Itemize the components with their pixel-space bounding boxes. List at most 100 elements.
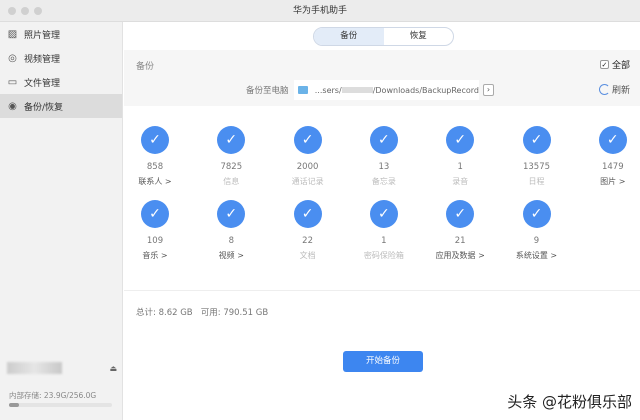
- backup-item[interactable]: ✓ 858 联系人 >: [120, 126, 190, 187]
- sidebar-item-label: 照片管理: [24, 28, 60, 41]
- select-all-label: 全部: [612, 58, 630, 71]
- backup-item[interactable]: ✓ 8 视频 >: [196, 200, 266, 261]
- total-value: 8.62 GB: [159, 308, 193, 318]
- item-label: 通话记录: [273, 176, 343, 187]
- backup-item[interactable]: ✓ 9 系统设置 >: [502, 200, 572, 261]
- check-icon[interactable]: ✓: [446, 200, 474, 228]
- totals: 总计: 8.62 GB 可用: 790.51 GB: [136, 306, 268, 318]
- backup-item[interactable]: ✓2000通话记录: [273, 126, 343, 187]
- blurred-username: [342, 87, 373, 93]
- start-backup-button[interactable]: 开始备份: [343, 351, 423, 372]
- path-prefix: ...sers/: [315, 86, 342, 95]
- check-icon[interactable]: ✓: [523, 200, 551, 228]
- check-icon[interactable]: ✓: [446, 126, 474, 154]
- storage-text: 内部存储: 23.9G/256.0G: [9, 390, 96, 401]
- backup-icon: ◉: [7, 101, 18, 112]
- item-count: 8: [196, 236, 266, 246]
- available-label: 可用:: [201, 308, 221, 318]
- device-row: ⏏: [7, 362, 117, 374]
- tab-restore[interactable]: 恢复: [384, 28, 454, 45]
- sidebar-item-label: 文件管理: [24, 76, 60, 89]
- refresh-icon: [599, 84, 610, 95]
- item-label: 系统设置 >: [502, 250, 572, 261]
- path-field[interactable]: ...sers/ /Downloads/BackupRecord: [294, 80, 479, 100]
- storage-bar: [9, 403, 112, 407]
- sidebar-item-label: 视频管理: [24, 52, 60, 65]
- check-icon[interactable]: ✓: [141, 126, 169, 154]
- eject-icon[interactable]: ⏏: [109, 364, 117, 373]
- item-count: 13: [349, 162, 419, 172]
- check-icon[interactable]: ✓: [370, 200, 398, 228]
- folder-icon: ▭: [7, 77, 18, 88]
- divider: [124, 290, 640, 291]
- item-label: 图片 >: [578, 176, 640, 187]
- check-icon[interactable]: ✓: [599, 126, 627, 154]
- item-count: 21: [425, 236, 495, 246]
- backup-item[interactable]: ✓ 13575 日程: [502, 126, 572, 187]
- check-icon[interactable]: ✓: [294, 200, 322, 228]
- item-label: 音乐 >: [120, 250, 190, 261]
- sidebar-item-photos[interactable]: ▨ 照片管理: [0, 22, 122, 46]
- path-label: 备份至电脑: [246, 84, 289, 96]
- backup-item[interactable]: ✓ 1479 图片 >: [578, 126, 640, 187]
- item-count: 1: [425, 162, 495, 172]
- backup-item[interactable]: ✓ 109 音乐 >: [120, 200, 190, 261]
- item-count: 1: [349, 236, 419, 246]
- item-label: 视频 >: [196, 250, 266, 261]
- check-icon[interactable]: ✓: [370, 126, 398, 154]
- item-count: 13575: [502, 162, 572, 172]
- path-row: 备份至电脑 ...sers//Downloads/BackupRecord › …: [124, 80, 640, 100]
- sidebar: ▨ 照片管理 ◎ 视频管理 ▭ 文件管理 ◉ 备份/恢复 ⏏ 内部存储: 23.9G/2…: [0, 22, 123, 420]
- check-icon[interactable]: ✓: [294, 126, 322, 154]
- watermark: 头条 @花粉俱乐部: [507, 391, 632, 412]
- backup-item[interactable]: ✓ 13 备忘录: [349, 126, 419, 187]
- section-title: 备份: [136, 59, 154, 72]
- check-icon[interactable]: ✓: [217, 200, 245, 228]
- item-count: 1479: [578, 162, 640, 172]
- item-count: 858: [120, 162, 190, 172]
- window-controls[interactable]: [8, 7, 42, 15]
- backup-item[interactable]: ✓ 22 文档: [273, 200, 343, 261]
- item-label: 联系人 >: [120, 176, 190, 187]
- main-panel: 备份 恢复 备份 ✓全部 备份至电脑 ...sers//Downloads/Ba…: [124, 22, 640, 420]
- backup-header: 备份 ✓全部 备份至电脑 ...sers/ /Downloads/BackupRe…: [124, 50, 640, 106]
- backup-item[interactable]: ✓ 7825 信息: [196, 126, 266, 187]
- minimize-button[interactable]: [21, 7, 29, 15]
- item-label: 信息: [196, 176, 266, 187]
- item-label: 备忘录: [349, 176, 419, 187]
- backup-item[interactable]: ✓ 1 密码保险箱: [349, 200, 419, 261]
- item-label: 文档: [273, 250, 343, 261]
- refresh-button[interactable]: 刷新: [599, 83, 630, 96]
- sidebar-item-backup[interactable]: ◉ 备份/恢复: [0, 94, 122, 118]
- path-suffix: /Downloads/BackupRecord: [373, 86, 479, 95]
- item-label: 录音: [425, 176, 495, 187]
- mode-segmented-control: 备份 恢复: [313, 27, 454, 46]
- item-count: 109: [120, 236, 190, 246]
- zoom-button[interactable]: [34, 7, 42, 15]
- tab-backup[interactable]: 备份: [314, 28, 384, 45]
- refresh-label: 刷新: [612, 83, 630, 96]
- backup-item[interactable]: ✓ 21 应用及数据 >: [425, 200, 495, 261]
- title-bar: 华为手机助手: [0, 0, 640, 22]
- item-label: 日程: [502, 176, 572, 187]
- photo-icon: ▨: [7, 29, 18, 40]
- sidebar-item-videos[interactable]: ◎ 视频管理: [0, 46, 122, 70]
- select-all-checkbox[interactable]: ✓全部: [600, 58, 630, 71]
- device-name-blurred: [7, 362, 62, 374]
- check-icon[interactable]: ✓: [141, 200, 169, 228]
- storage-bar-fill: [9, 403, 19, 407]
- item-count: 9: [502, 236, 572, 246]
- item-label: 应用及数据 >: [425, 250, 495, 261]
- check-icon[interactable]: ✓: [523, 126, 551, 154]
- available-value: 790.51 GB: [223, 308, 268, 318]
- item-count: 22: [273, 236, 343, 246]
- check-icon[interactable]: ✓: [217, 126, 245, 154]
- item-count: 7825: [196, 162, 266, 172]
- item-label: 密码保险箱: [349, 250, 419, 261]
- browse-button[interactable]: ›: [483, 84, 494, 96]
- sidebar-item-label: 备份/恢复: [24, 100, 63, 113]
- sidebar-item-files[interactable]: ▭ 文件管理: [0, 70, 122, 94]
- close-button[interactable]: [8, 7, 16, 15]
- video-icon: ◎: [7, 53, 18, 64]
- backup-item[interactable]: ✓ 1 录音: [425, 126, 495, 187]
